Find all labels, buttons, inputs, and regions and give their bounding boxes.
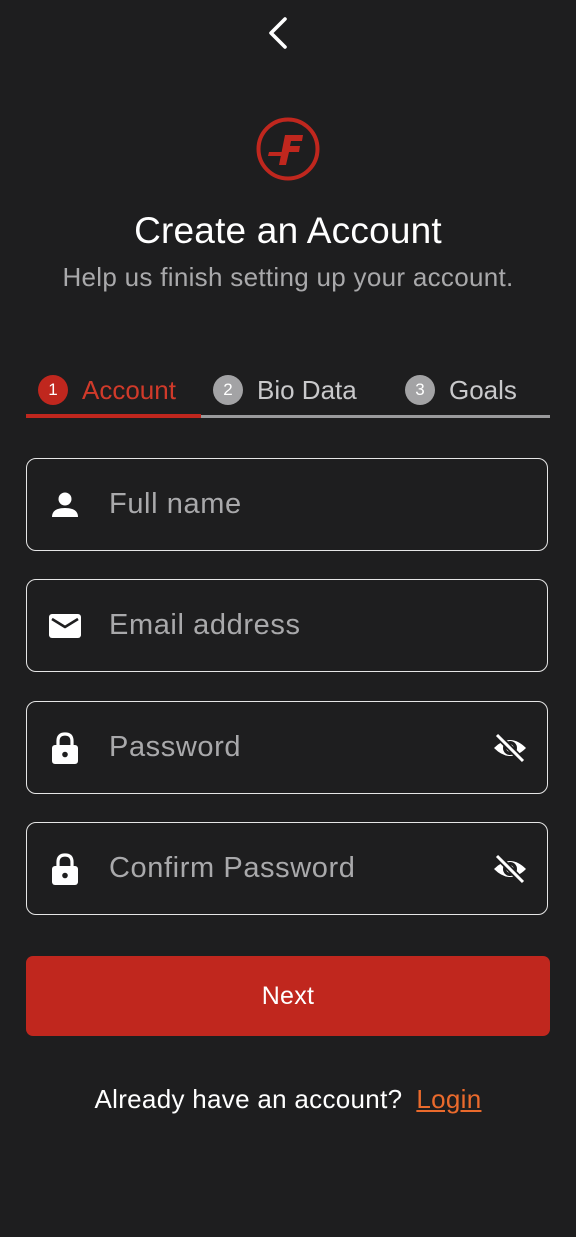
login-prompt: Already have an account? Login — [0, 1084, 576, 1115]
step-number: 2 — [213, 375, 243, 405]
step-number: 1 — [38, 375, 68, 405]
step-tabs: 1 Account 2 Bio Data 3 Goals — [26, 366, 550, 418]
step-label: Goals — [449, 374, 517, 405]
email-field[interactable] — [26, 579, 548, 672]
lock-icon — [47, 851, 83, 887]
next-button[interactable]: Next — [26, 956, 550, 1036]
person-icon — [47, 487, 83, 523]
login-link[interactable]: Login — [416, 1084, 481, 1114]
confirm-password-input[interactable] — [109, 823, 489, 914]
password-field[interactable] — [26, 701, 548, 794]
chevron-left-icon — [269, 17, 287, 49]
full-name-input[interactable] — [109, 459, 489, 550]
step-account[interactable]: 1 Account — [38, 366, 176, 414]
full-name-field[interactable] — [26, 458, 548, 551]
step-label: Bio Data — [257, 374, 357, 405]
page-subtitle: Help us finish setting up your account. — [62, 262, 514, 292]
eye-off-icon[interactable] — [491, 850, 529, 888]
confirm-password-field[interactable] — [26, 822, 548, 915]
email-input[interactable] — [109, 580, 489, 671]
login-prompt-text: Already have an account? — [94, 1084, 403, 1114]
back-button[interactable] — [258, 12, 298, 54]
page-title: Create an Account — [134, 210, 442, 251]
f-logo-icon — [256, 117, 320, 181]
app-logo — [255, 116, 321, 182]
step-bio-data[interactable]: 2 Bio Data — [213, 366, 357, 414]
lock-icon — [47, 730, 83, 766]
step-goals[interactable]: 3 Goals — [405, 366, 517, 414]
step-label: Account — [82, 374, 176, 405]
eye-off-icon[interactable] — [491, 729, 529, 767]
mail-icon — [47, 608, 83, 644]
step-number: 3 — [405, 375, 435, 405]
password-input[interactable] — [109, 702, 489, 793]
steps-active-indicator — [26, 414, 201, 418]
